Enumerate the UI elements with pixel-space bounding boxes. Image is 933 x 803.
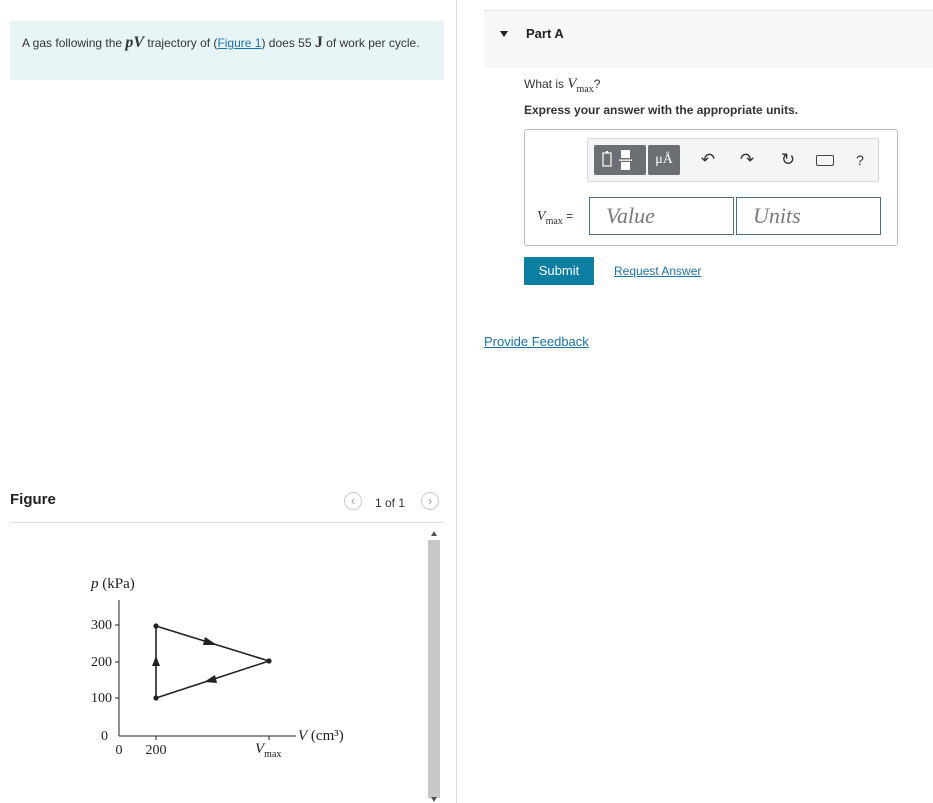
- vmax-label-var: Vmax: [537, 209, 563, 227]
- pv-diagram: p (kPa) 300 200 100 0 0 200 Vmax V (cm³): [90, 576, 344, 760]
- arrow-up-icon: [152, 656, 160, 666]
- chevron-left-icon[interactable]: ‹: [344, 492, 362, 510]
- templates-button[interactable]: [594, 145, 646, 175]
- request-answer-link[interactable]: Request Answer: [614, 264, 701, 278]
- units-button[interactable]: μÅ: [648, 145, 680, 175]
- cycle-point-b: [153, 623, 159, 629]
- x-tick-label-200: 200: [146, 743, 167, 758]
- arrow-left-icon: [204, 675, 217, 683]
- units-input[interactable]: [736, 197, 881, 235]
- y-tick-label-100: 100: [91, 691, 112, 706]
- cycle-point-a: [153, 695, 159, 701]
- answer-box: μÅ ↶ ↷ ↻ ? Vmax =: [524, 129, 898, 246]
- problem-text-after: ) does 55: [261, 36, 315, 50]
- problem-text-mid: trajectory of (: [144, 36, 218, 50]
- arrow-right-icon: [203, 637, 217, 645]
- part-a-header[interactable]: Part A: [484, 10, 933, 68]
- vmax-label: Vmax =: [537, 209, 573, 227]
- x-tick-label-0: 0: [116, 743, 123, 758]
- y-tick-label-200: 200: [91, 655, 112, 670]
- symbol-v: V: [133, 34, 145, 51]
- cycle-point-c: [266, 658, 272, 664]
- instruction-text: Express your answer with the appropriate…: [524, 103, 799, 117]
- y-axis-label: p (kPa): [90, 576, 135, 592]
- part-a-title: Part A: [526, 26, 564, 41]
- y-tick-label-0: 0: [101, 729, 108, 744]
- question-var-letter: V: [567, 76, 577, 92]
- problem-text-before: A gas following the: [22, 36, 126, 50]
- figure-divider: [10, 522, 444, 523]
- keyboard-icon[interactable]: [816, 155, 834, 166]
- figure-counter: 1 of 1: [375, 496, 406, 510]
- redo-icon[interactable]: ↷: [737, 150, 757, 170]
- question-var: Vmax: [567, 76, 594, 95]
- question-prefix: What is: [524, 77, 568, 91]
- figure-link[interactable]: Figure 1: [217, 36, 261, 50]
- unit-joule: J: [314, 34, 323, 51]
- figure-heading: Figure: [10, 491, 56, 508]
- pane-divider: [456, 0, 457, 803]
- question-suffix: ?: [593, 77, 601, 91]
- x-axis-label: V (cm³): [298, 728, 344, 744]
- value-input[interactable]: [589, 197, 734, 235]
- figure-scrollbar[interactable]: [426, 528, 442, 803]
- question-text: What is Vmax?: [524, 76, 600, 95]
- vmax-label-sub: max: [545, 215, 563, 227]
- scroll-up-arrow-icon[interactable]: [431, 531, 437, 536]
- scroll-down-arrow-icon[interactable]: [431, 797, 437, 802]
- fraction-template-icon: [602, 150, 632, 170]
- reset-icon[interactable]: ↻: [778, 150, 798, 170]
- help-icon[interactable]: ?: [850, 150, 870, 170]
- chevron-right-icon[interactable]: ›: [421, 492, 439, 510]
- vmax-label-letter: V: [537, 209, 546, 224]
- provide-feedback-link[interactable]: Provide Feedback: [484, 334, 589, 349]
- x-tick-label-vmax: Vmax: [255, 741, 281, 760]
- math-toolbar: μÅ ↶ ↷ ↻ ?: [587, 138, 879, 182]
- scroll-thumb[interactable]: [428, 540, 440, 798]
- problem-text-end: of work per cycle.: [322, 36, 420, 50]
- y-tick-label-300: 300: [91, 618, 112, 633]
- collapse-triangle-icon[interactable]: [500, 31, 508, 37]
- problem-statement: A gas following the pV trajectory of (Fi…: [10, 21, 444, 80]
- question-var-sub: max: [576, 84, 594, 95]
- vmax-label-eq: =: [562, 209, 574, 223]
- undo-icon[interactable]: ↶: [698, 150, 718, 170]
- submit-button[interactable]: Submit: [524, 257, 594, 285]
